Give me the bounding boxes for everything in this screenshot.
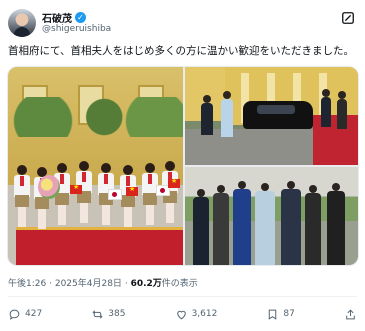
like-count: 3,612 [191, 309, 218, 319]
avatar[interactable] [8, 9, 36, 37]
meta-separator: · [124, 279, 128, 289]
bookmark-icon [269, 309, 277, 320]
post-header: 石破茂 ✓ @shigeruishiba [8, 7, 357, 37]
author-name[interactable]: 石破茂 [42, 10, 72, 25]
photo-grid [7, 66, 359, 266]
like-button[interactable]: 3,612 [175, 308, 218, 321]
author-handle[interactable]: @shigeruishiba [42, 24, 111, 34]
verified-badge-icon: ✓ [75, 12, 86, 23]
repost-count: 385 [108, 309, 126, 319]
divider [8, 296, 357, 297]
share-icon [346, 308, 355, 319]
action-bar: 427 385 3,612 87 [8, 305, 357, 323]
bookmark-count: 87 [283, 309, 295, 319]
view-count-label: 件の表示 [161, 279, 198, 289]
like-icon [176, 310, 186, 319]
reply-button[interactable]: 427 [8, 308, 42, 321]
repost-button[interactable]: 385 [91, 308, 125, 321]
photo-welcome-group[interactable] [185, 167, 358, 265]
post-date[interactable]: 2025年4月28日 [55, 279, 122, 289]
photo-schoolchildren[interactable] [8, 67, 183, 265]
reply-icon [9, 309, 20, 320]
post-text: 首相府にて、首相夫人をはじめ多くの方に温かい歓迎をいただきました。 [8, 45, 354, 57]
bookmark-button[interactable]: 87 [266, 308, 295, 321]
post-time[interactable]: 午後1:26 [8, 279, 46, 289]
view-count: 60.2万 [130, 279, 162, 289]
meta-separator: · [49, 279, 52, 289]
share-button[interactable] [344, 308, 357, 321]
photo-arrival-car[interactable] [185, 67, 358, 165]
author-name-row[interactable]: 石破茂 ✓ [42, 10, 86, 25]
reply-count: 427 [25, 309, 43, 319]
repost-icon [92, 309, 103, 319]
grok-icon[interactable] [341, 11, 357, 27]
post-meta: 午後1:26 · 2025年4月28日 · 60.2万件の表示 [8, 276, 198, 289]
